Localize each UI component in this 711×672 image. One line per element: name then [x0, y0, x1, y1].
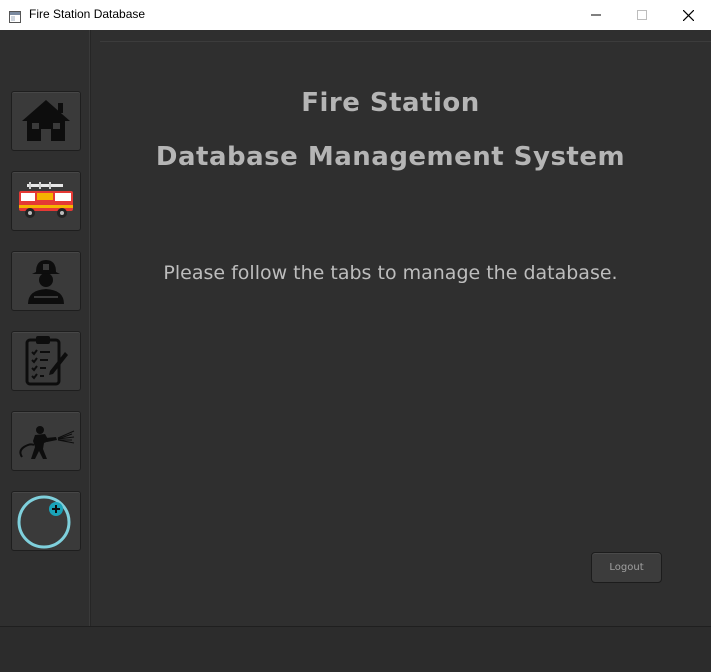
page-title-line1: Fire Station [301, 88, 480, 118]
title-bar: Fire Station Database [0, 0, 711, 30]
close-icon [682, 9, 694, 21]
maximize-icon [637, 10, 647, 20]
minimize-button[interactable] [573, 0, 619, 30]
status-bar [0, 626, 711, 672]
firefighter-icon [28, 260, 64, 304]
minimize-icon [591, 14, 601, 16]
close-button[interactable] [665, 0, 711, 30]
sidebar-item-firefighting[interactable] [11, 411, 81, 471]
window-title: Fire Station Database [29, 7, 146, 21]
add-circle-icon [17, 495, 71, 549]
app-window: Fire Station Database Fire Station Datab… [0, 0, 711, 672]
sidebar-item-fire-truck[interactable] [11, 171, 81, 231]
sidebar-item-reports[interactable] [11, 331, 81, 391]
sidebar-item-add[interactable] [11, 491, 81, 551]
sidebar-item-home[interactable] [11, 91, 81, 151]
maximize-button[interactable] [619, 0, 665, 30]
instructions-text: Please follow the tabs to manage the dat… [163, 262, 618, 284]
logout-button[interactable]: Logout [591, 552, 662, 583]
top-divider [100, 41, 711, 42]
page-title-line2: Database Management System [155, 142, 626, 172]
fire-truck-icon [19, 182, 73, 218]
sidebar-divider [89, 30, 90, 626]
firefighter-hose-icon [19, 426, 75, 459]
sidebar-item-firefighter[interactable] [11, 251, 81, 311]
app-window-icon [9, 8, 21, 23]
clipboard-checklist-icon [25, 336, 68, 386]
home-icon [22, 100, 70, 141]
